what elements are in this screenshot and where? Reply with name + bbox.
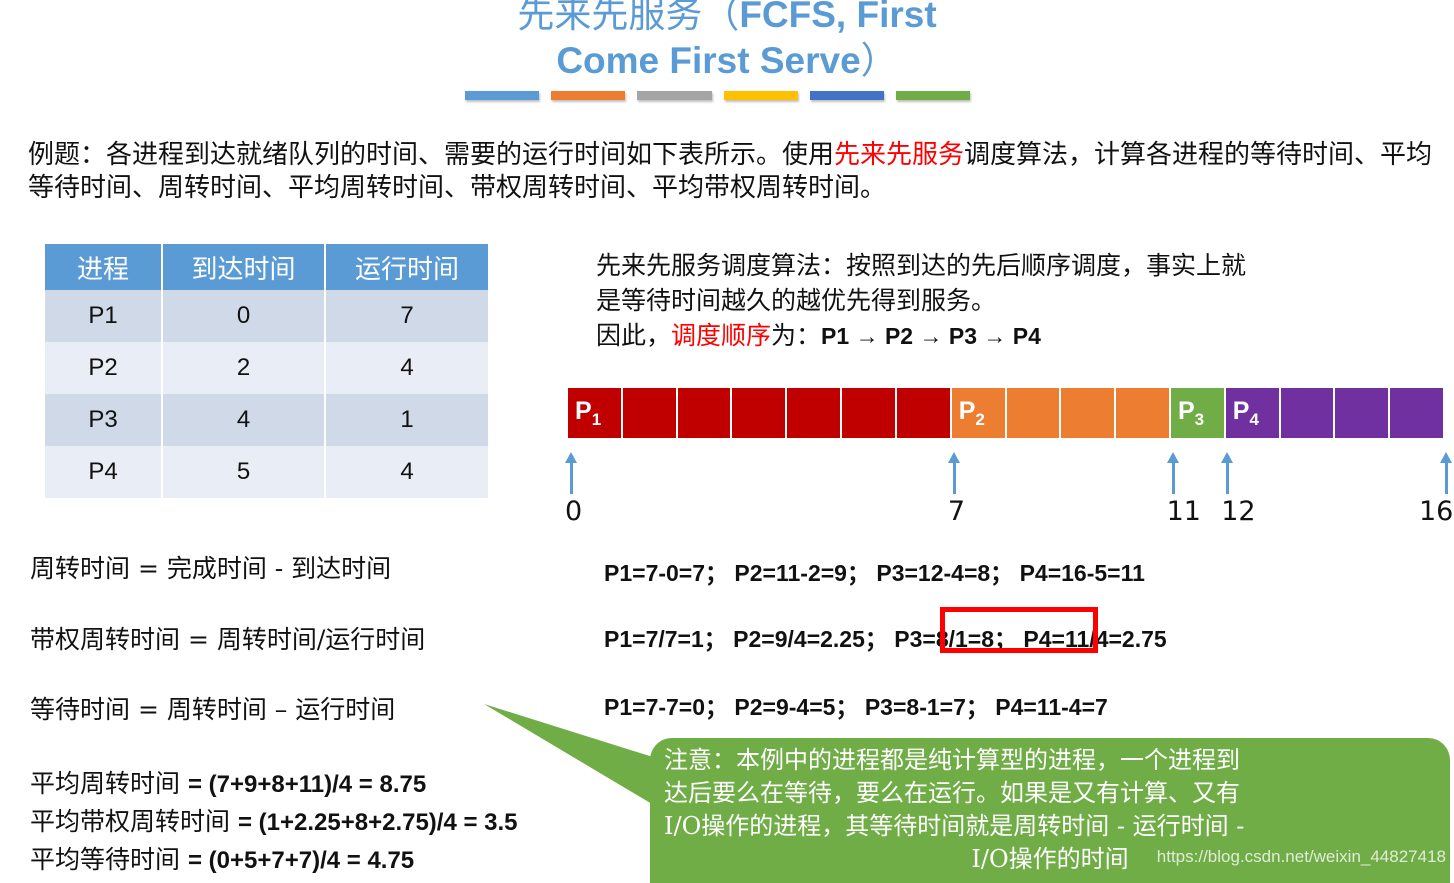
calc-turnaround: P1=7-0=7； P2=11-2=9； P3=12-4=8； P4=16-5=… bbox=[604, 560, 1145, 586]
title-english-part1: FCFS, First bbox=[739, 0, 937, 35]
gantt-label-p2: P2 bbox=[958, 396, 985, 429]
table-row: P1 0 7 bbox=[45, 290, 488, 342]
gantt-cell-p1 bbox=[677, 388, 733, 438]
callout-line-2: 达后要么在等待，要么在运行。如果是又有计算、又有 bbox=[664, 779, 1240, 807]
algorithm-explanation: 先来先服务调度算法：按照到达的先后顺序调度，事实上就 是等待时间越久的越优先得到… bbox=[596, 248, 1454, 354]
cell-burst: 4 bbox=[325, 342, 488, 394]
title-chinese: 先来先服务 bbox=[517, 0, 703, 36]
gantt-cell-p1: P1 bbox=[568, 388, 623, 438]
gantt-cell-p1 bbox=[787, 388, 843, 438]
gantt-cell-p1 bbox=[732, 388, 788, 438]
gantt-cell-p4 bbox=[1390, 388, 1443, 438]
gantt-cell-p4 bbox=[1280, 388, 1336, 438]
table-header-burst: 运行时间 bbox=[325, 244, 488, 290]
cell-burst: 7 bbox=[325, 290, 488, 342]
intro-part1: 例题：各进程到达就绪队列的时间、需要的运行时间如下表所示。使用 bbox=[28, 140, 835, 170]
decor-bar-orange bbox=[551, 91, 626, 100]
callout-line-1: 注意：本例中的进程都是纯计算型的进程，一个进程到 bbox=[664, 746, 1240, 774]
gantt-cell-p1 bbox=[842, 388, 897, 438]
average-turnaround-label: 平均周转时间 bbox=[30, 769, 181, 798]
gantt-cell-p4 bbox=[1335, 388, 1391, 438]
decor-bar-navy bbox=[809, 91, 884, 100]
cell-arrival: 2 bbox=[162, 342, 326, 394]
explain-line-3: 因此，调度顺序为：P1 → P2 → P3 → P4 bbox=[596, 318, 1454, 354]
gantt-cell-p2 bbox=[1116, 388, 1171, 438]
cell-burst: 1 bbox=[325, 394, 488, 446]
cell-process: P1 bbox=[45, 290, 163, 342]
gantt-label-p4: P4 bbox=[1232, 396, 1259, 429]
decor-bar-blue bbox=[465, 91, 540, 100]
table-header-arrival: 到达时间 bbox=[162, 244, 326, 290]
gantt-label-p3: P3 bbox=[1177, 396, 1205, 429]
explain-prefix: 因此， bbox=[596, 321, 672, 350]
gantt-cell-p3: P3 bbox=[1170, 388, 1226, 438]
cell-process: P3 bbox=[45, 394, 163, 446]
gantt-cell-p1 bbox=[622, 388, 678, 438]
axis-tick-label: 11 bbox=[1166, 496, 1201, 527]
gantt-label-p1: P1 bbox=[575, 396, 602, 429]
tick-stem bbox=[1171, 461, 1175, 494]
gantt-chart: P1 P2 P3 P4 bbox=[568, 388, 1443, 438]
average-waiting: 平均等待时间 = (0+5+7+7)/4 = 4.75 bbox=[30, 840, 414, 876]
axis-tick-label: 16 bbox=[1419, 496, 1454, 527]
average-waiting-expr: = (0+5+7+7)/4 = 4.75 bbox=[187, 847, 415, 874]
gantt-cell-p2 bbox=[1061, 388, 1117, 438]
gantt-cell-p2: P2 bbox=[951, 388, 1007, 438]
highlight-box-p3 bbox=[940, 607, 1098, 653]
title-line-2: Come First Serve） bbox=[0, 38, 1454, 84]
title-line-1: 先来先服务（FCFS, First bbox=[0, 0, 1454, 38]
explain-suffix: 为： bbox=[771, 321, 822, 350]
title-english-part2: Come First Serve bbox=[556, 40, 861, 81]
calc-waiting: P1=7-7=0； P2=9-4=5； P3=8-1=7； P4=11-4=7 bbox=[604, 694, 1108, 720]
formula-weighted-turnaround: 带权周转时间 = 周转时间/运行时间 bbox=[30, 625, 426, 654]
average-waiting-label: 平均等待时间 bbox=[30, 845, 181, 874]
table-row: P3 4 1 bbox=[45, 394, 488, 446]
decor-bar-green bbox=[895, 91, 971, 100]
tick-stem bbox=[1226, 461, 1230, 494]
table-header-process: 进程 bbox=[45, 244, 163, 290]
axis-tick-label: 12 bbox=[1221, 496, 1256, 527]
decor-bar-gray bbox=[637, 91, 712, 100]
axis-tick-label: 0 bbox=[565, 496, 583, 527]
tick-stem bbox=[570, 461, 573, 494]
average-turnaround: 平均周转时间 = (7+9+8+11)/4 = 8.75 bbox=[30, 764, 426, 800]
title-paren-open: （ bbox=[702, 0, 740, 36]
formula-waiting: 等待时间 = 周转时间 – 运行时间 bbox=[30, 695, 396, 724]
gantt-cell-p2 bbox=[1006, 388, 1062, 438]
gantt-cell-p4: P4 bbox=[1225, 388, 1281, 438]
title-paren-close: ） bbox=[860, 39, 898, 82]
average-turnaround-expr: = (7+9+8+11)/4 = 8.75 bbox=[187, 771, 427, 798]
average-weighted-turnaround: 平均带权周转时间 = (1+2.25+8+2.75)/4 = 3.5 bbox=[30, 802, 518, 838]
table-header-row: 进程 到达时间 运行时间 bbox=[45, 244, 488, 290]
cell-process: P2 bbox=[45, 342, 163, 394]
watermark-text: https://blog.csdn.net/weixin_44827418 bbox=[1156, 847, 1446, 866]
gantt-axis-ticks: 0 7 11 12 16 bbox=[0, 452, 1454, 532]
explain-line-2: 是等待时间越久的越优先得到服务。 bbox=[596, 286, 997, 315]
tick-stem bbox=[1445, 461, 1448, 494]
intro-paragraph: 例题：各进程到达就绪队列的时间、需要的运行时间如下表所示。使用先来先服务调度算法… bbox=[28, 139, 1438, 205]
gantt-cell-p1 bbox=[896, 388, 952, 438]
page-title: 先来先服务（FCFS, First Come First Serve） bbox=[0, 0, 1454, 84]
scheduling-order: P1 → P2 → P3 → P4 bbox=[821, 323, 1041, 349]
decor-bar-yellow bbox=[723, 91, 798, 100]
explain-highlight: 调度顺序 bbox=[671, 321, 772, 350]
callout-line-3: I/O操作的进程，其等待时间就是周转时间 - 运行时间 - bbox=[664, 812, 1245, 840]
tick-stem bbox=[952, 461, 956, 494]
axis-tick-label: 7 bbox=[947, 496, 965, 527]
intro-highlight: 先来先服务 bbox=[834, 140, 965, 170]
cell-arrival: 0 bbox=[162, 290, 326, 342]
table-row: P2 2 4 bbox=[45, 342, 488, 394]
title-decor-bars bbox=[465, 91, 971, 100]
explain-line-1: 先来先服务调度算法：按照到达的先后顺序调度，事实上就 bbox=[596, 251, 1247, 280]
average-weighted-label: 平均带权周转时间 bbox=[30, 807, 231, 836]
formula-turnaround: 周转时间 = 完成时间 - 到达时间 bbox=[30, 554, 392, 583]
average-weighted-expr: = (1+2.25+8+2.75)/4 = 3.5 bbox=[237, 809, 518, 836]
cell-arrival: 4 bbox=[162, 394, 326, 446]
